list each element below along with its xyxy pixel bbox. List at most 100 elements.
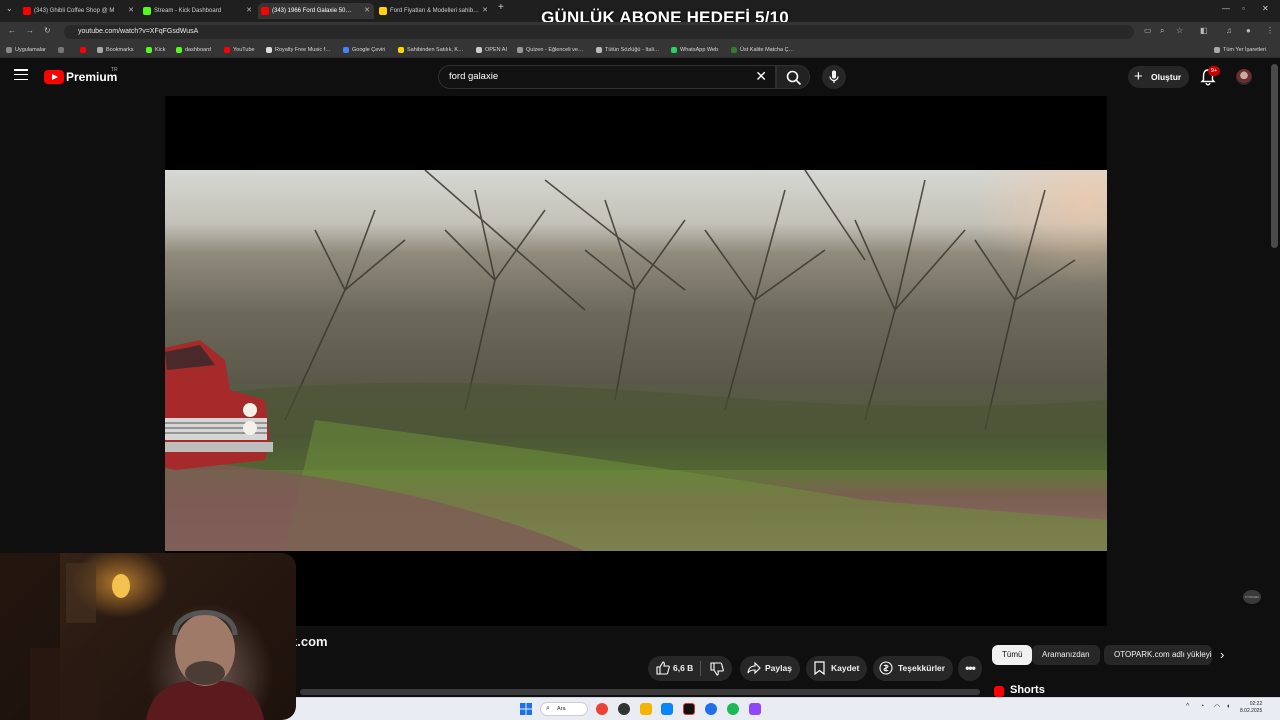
bookmark-item[interactable] bbox=[58, 44, 67, 56]
minimize-icon[interactable]: — bbox=[1222, 4, 1230, 13]
openai-icon bbox=[476, 47, 482, 53]
close-window-icon[interactable]: ✕ bbox=[1262, 4, 1269, 13]
video-player[interactable] bbox=[165, 96, 1107, 626]
bookmark-item[interactable]: Uygulamalar bbox=[6, 44, 46, 56]
bookmark-item[interactable] bbox=[80, 44, 89, 56]
chevron-right-icon[interactable]: › bbox=[1220, 647, 1224, 662]
thanks-button[interactable]: Teşekkürler bbox=[873, 656, 953, 681]
clear-search-icon[interactable]: ✕ bbox=[755, 68, 767, 85]
otopark-watermark-icon: OTOPARK bbox=[1243, 590, 1261, 604]
bookmark-label: Quizen - Eğlenceli ve… bbox=[526, 47, 584, 53]
back-icon[interactable]: ← bbox=[8, 26, 16, 35]
premium-brand-label[interactable]: Premium bbox=[66, 70, 117, 84]
page-scrollbar[interactable] bbox=[1271, 64, 1278, 248]
profile-icon[interactable]: ● bbox=[1246, 26, 1251, 35]
create-button[interactable]: + Oluştur bbox=[1128, 66, 1189, 88]
shorts-section-header: Shorts bbox=[994, 684, 1045, 697]
edge-icon[interactable] bbox=[705, 703, 717, 715]
taskbar-clock[interactable]: 02:22 8.02.2025 bbox=[1240, 701, 1262, 715]
install-app-icon[interactable]: ▭ bbox=[1144, 26, 1152, 35]
browser-menu-icon[interactable]: ⋮ bbox=[1266, 26, 1274, 35]
like-count[interactable]: 6,6 B bbox=[673, 656, 693, 681]
chip-all[interactable]: Tümü bbox=[992, 645, 1033, 665]
close-tab-icon[interactable]: ✕ bbox=[128, 3, 134, 19]
like-icon[interactable] bbox=[656, 661, 670, 675]
bookmark-star-icon[interactable]: ☆ bbox=[1176, 26, 1183, 35]
matcha-icon bbox=[731, 47, 737, 53]
share-button[interactable]: Paylaş bbox=[740, 656, 800, 681]
bookmark-item[interactable]: Kick bbox=[146, 44, 165, 56]
account-avatar[interactable] bbox=[1236, 69, 1252, 85]
bookmark-item[interactable]: OPEN AI bbox=[476, 44, 507, 56]
wifi-icon[interactable]: ◠ bbox=[1214, 703, 1220, 711]
bookmark-item[interactable]: dashboard bbox=[176, 44, 211, 56]
search-input[interactable]: ford galaxie ✕ bbox=[438, 65, 776, 89]
tab-label: Stream - Kick Dashboard bbox=[154, 8, 222, 14]
quizen-icon bbox=[517, 47, 523, 53]
bookmark-item[interactable]: Tütün Sözlüğü - Itali… bbox=[596, 44, 659, 56]
hamburger-menu-icon[interactable] bbox=[14, 69, 28, 81]
volume-icon[interactable]: ◖ bbox=[1226, 703, 1230, 710]
shorts-logo-icon bbox=[994, 686, 1004, 697]
search-button[interactable] bbox=[776, 65, 810, 89]
more-icon: ••• bbox=[965, 661, 976, 675]
tray-chevron-icon[interactable]: ^ bbox=[1186, 703, 1189, 710]
bookmark-item[interactable]: Quizen - Eğlenceli ve… bbox=[517, 44, 583, 56]
horizontal-scrollbar[interactable] bbox=[300, 689, 980, 695]
zoom-icon[interactable]: ⌕ bbox=[1160, 26, 1164, 36]
music-icon bbox=[266, 47, 272, 53]
more-actions-button[interactable]: ••• bbox=[958, 656, 982, 681]
bookmark-label: Üst Kalite Matcha Ç… bbox=[740, 47, 795, 53]
voice-search-button[interactable] bbox=[822, 65, 846, 89]
bookmark-item[interactable]: WhatsApp Web bbox=[671, 44, 718, 56]
close-tab-icon[interactable]: ✕ bbox=[364, 3, 370, 19]
spotify-icon[interactable] bbox=[727, 703, 739, 715]
red-classic-car bbox=[165, 340, 273, 470]
youtube-header: Premium TR ford galaxie ✕ + Oluştur 9+ bbox=[0, 58, 1280, 96]
restore-icon[interactable]: ▫ bbox=[1242, 4, 1245, 13]
whatsapp-icon bbox=[671, 47, 677, 53]
taskbar-search-input[interactable]: ⌕ Ara bbox=[540, 702, 588, 716]
save-bookmark-icon bbox=[814, 661, 825, 675]
bookmark-label: YouTube bbox=[233, 47, 255, 53]
bookmark-item[interactable]: Sahibinden Satılık, K… bbox=[398, 44, 464, 56]
network-icon[interactable]: ◔ bbox=[1200, 703, 1204, 710]
extensions-icon[interactable]: ◧ bbox=[1200, 26, 1208, 35]
file-explorer-icon[interactable] bbox=[640, 703, 652, 715]
taskbar-search-label: Ara bbox=[557, 706, 566, 712]
url-input[interactable]: youtube.com/watch?v=XFqFGsdWusA bbox=[64, 25, 1134, 39]
tab-search-icon[interactable]: ⌄ bbox=[6, 4, 13, 13]
bookmark-item[interactable]: Google Çeviri bbox=[343, 44, 385, 56]
close-tab-icon[interactable]: ✕ bbox=[482, 3, 488, 19]
chrome-icon[interactable] bbox=[596, 703, 608, 715]
dislike-icon[interactable] bbox=[710, 662, 724, 676]
browser-tab-active[interactable]: (343) 1966 Ford Galaxie 50… ✕ bbox=[258, 3, 374, 19]
bookmark-item[interactable]: YouTube bbox=[224, 44, 255, 56]
terminal-icon[interactable] bbox=[683, 703, 695, 715]
close-tab-icon[interactable]: ✕ bbox=[246, 3, 252, 19]
bookmark-label: Google Çeviri bbox=[352, 47, 386, 53]
windows-start-icon[interactable] bbox=[520, 703, 532, 715]
bookmark-item[interactable]: Royalty Free Music f… bbox=[266, 44, 331, 56]
reload-icon[interactable]: ↻ bbox=[44, 26, 51, 35]
browser-tab[interactable]: (343) Ghibli Coffee Shop @ M ✕ bbox=[20, 3, 138, 19]
bookmark-item[interactable]: Üst Kalite Matcha Ç… bbox=[731, 44, 794, 56]
obs-icon[interactable] bbox=[618, 703, 630, 715]
media-control-icon[interactable]: ♫ bbox=[1226, 26, 1232, 35]
streamer-webcam-overlay bbox=[0, 553, 296, 720]
streaming-app-icon[interactable] bbox=[749, 703, 761, 715]
browser-tab[interactable]: Stream - Kick Dashboard ✕ bbox=[140, 3, 256, 19]
related-filter-chips: Tümü Aramanızdan OTOPARK.com adlı yükley… bbox=[990, 645, 1280, 667]
bookmark-item[interactable]: Bookmarks bbox=[97, 44, 134, 56]
all-bookmarks-button[interactable]: Tüm Yer İşaretleri bbox=[1214, 44, 1266, 56]
search-icon bbox=[786, 70, 802, 86]
bookmark-label: Sahibinden Satılık, K… bbox=[407, 47, 464, 53]
youtube-logo-icon[interactable] bbox=[44, 70, 64, 84]
store-icon[interactable] bbox=[661, 703, 673, 715]
save-button[interactable]: Kaydet bbox=[806, 656, 867, 681]
browser-tab[interactable]: Ford Fiyatları & Modelleri sahib… ✕ bbox=[376, 3, 492, 19]
grid-icon bbox=[58, 47, 64, 53]
forward-icon[interactable]: → bbox=[26, 26, 34, 35]
chip-from-search[interactable]: Aramanızdan bbox=[1032, 645, 1100, 665]
chip-from-uploader[interactable]: OTOPARK.com adlı yükleyiciden bbox=[1104, 645, 1212, 665]
